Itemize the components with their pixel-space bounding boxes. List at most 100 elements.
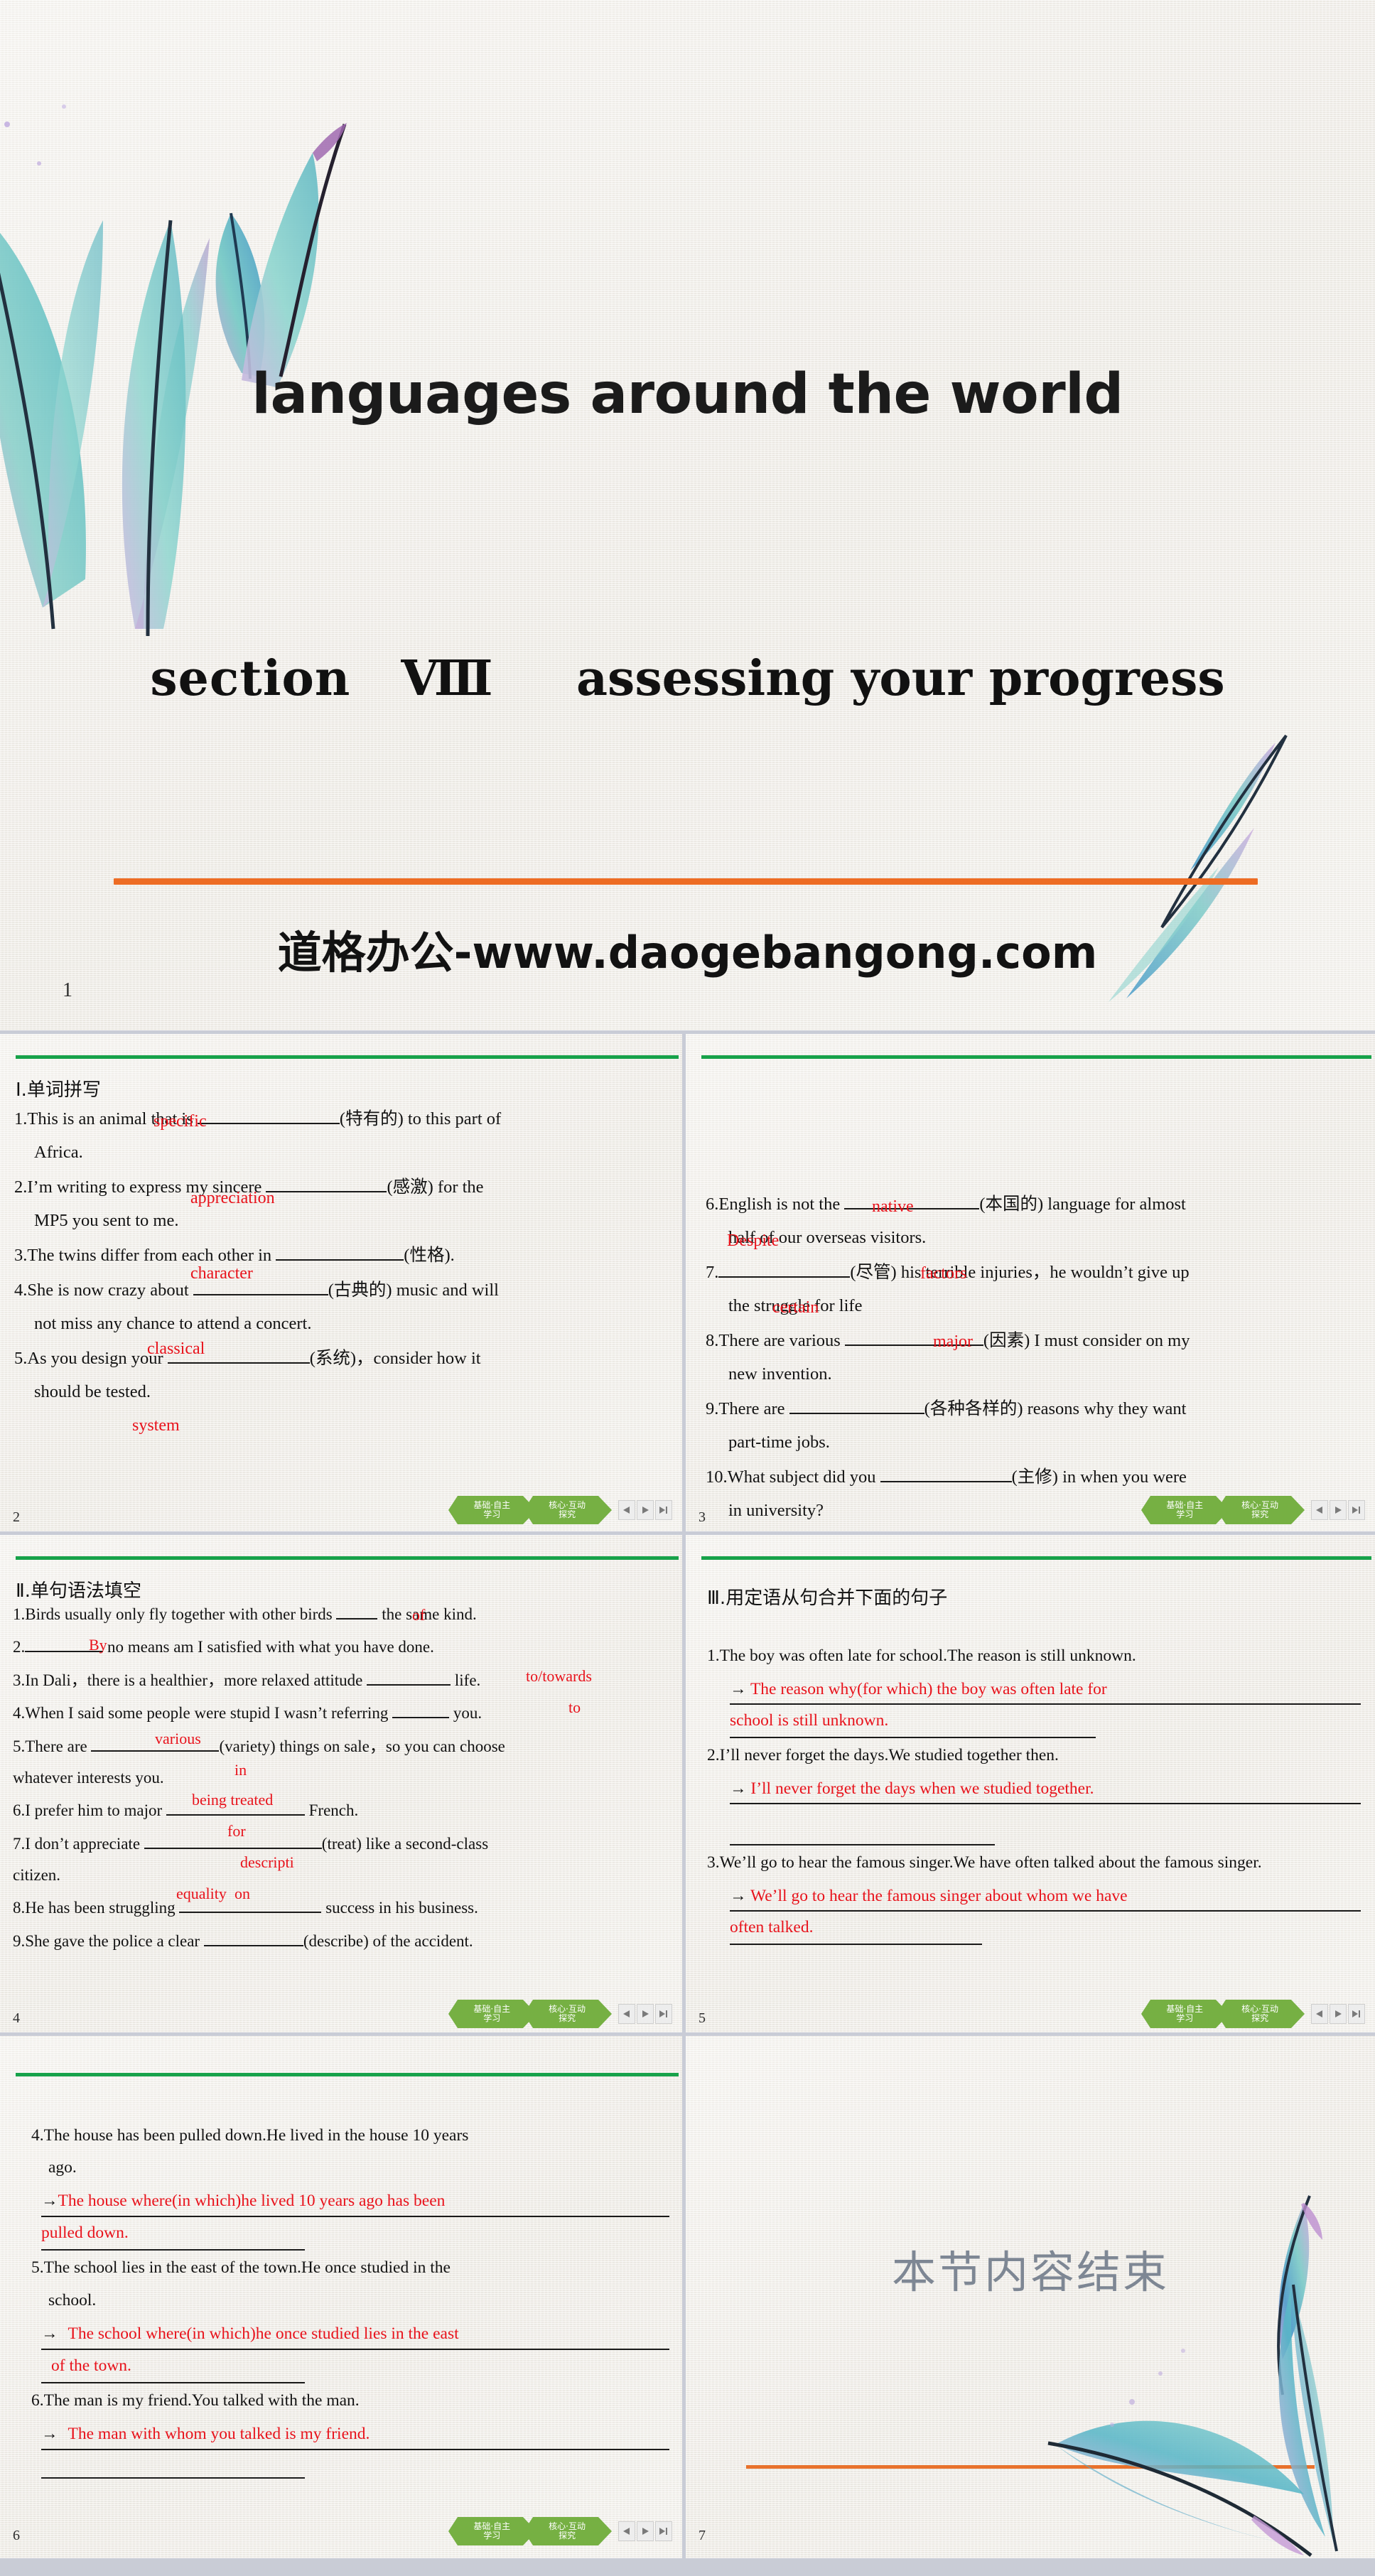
feather-decoration-bottom-right [970, 2160, 1368, 2558]
answer-overlay: on [234, 1885, 250, 1902]
page-number: 6 [13, 2528, 20, 2543]
section-label: section [150, 650, 351, 707]
answer-overlay: to/towards [526, 1667, 592, 1685]
watermark-text: 道格办公-www.daogebangong.com [277, 927, 1098, 979]
chevron-basic-study[interactable]: 基础·自主 学习 [1141, 1496, 1229, 1524]
next-arrow-icon[interactable] [637, 2521, 654, 2541]
question-item: 8.There are various (因素) I must consider… [706, 1331, 1190, 1384]
answer-overlay: certain [772, 1298, 819, 1317]
exercise-list: 1.The boy was often late for school.The … [707, 1640, 1361, 1946]
presentation-deck: languages around the world section Ⅷ ass… [0, 0, 1375, 2558]
question-item: 7.I don’t appreciate (treat) like a seco… [13, 1834, 489, 1884]
answer-block: →The house where(in which)he lived 10 ye… [16, 2185, 669, 2251]
answer-block: → The man with whom you talked is my frie… [16, 2418, 669, 2479]
answer-overlay: classical [147, 1340, 205, 1358]
question-item: 5.The school lies in the east of the tow… [31, 2258, 451, 2310]
orange-divider [746, 2465, 1315, 2469]
slide-4-grammar-fill: Ⅱ.单句语法填空 1.Birds usually only fly togeth… [0, 1535, 686, 2036]
prev-arrow-icon[interactable] [1311, 2004, 1328, 2024]
question-item: 6.English is not the (本国的) language for … [706, 1195, 1186, 1248]
answer-overlay: appreciation [190, 1189, 275, 1207]
chevron-core-inquiry[interactable]: 核心·互动 探究 [524, 1496, 612, 1524]
skip-to-end-icon[interactable] [1348, 1500, 1365, 1520]
arrow-icon: → [41, 2324, 58, 2343]
page-number: 4 [13, 2010, 20, 2026]
prev-arrow-icon[interactable] [1311, 1500, 1328, 1520]
arrow-icon: → [730, 1779, 747, 1798]
answer-overlay: By [89, 1636, 107, 1654]
exercise-list: 1.Birds usually only fly together with o… [13, 1599, 672, 1958]
page-number: 5 [699, 2010, 706, 2026]
chevron-basic-study[interactable]: 基础·自主 学习 [1141, 2000, 1229, 2028]
question-item: 1.This is an animal that is (特有的) to thi… [14, 1109, 502, 1163]
slide-footer-nav: 基础·自主 学习 核心·互动 探究 [448, 1496, 672, 1524]
next-arrow-icon[interactable] [1330, 1500, 1347, 1520]
chevron-core-inquiry[interactable]: 核心·互动 探究 [1217, 1496, 1305, 1524]
nav-button-group [618, 2004, 672, 2024]
question-item: 5.As you design your (系统)，consider how i… [14, 1349, 481, 1402]
answer-overlay: equality [176, 1885, 227, 1902]
chevron-basic-study[interactable]: 基础·自主 学习 [448, 2000, 536, 2028]
answer-overlay: of [412, 1606, 426, 1624]
slide-footer-nav: 基础·自主 学习 核心·互动 探究 [448, 2517, 672, 2545]
answer-overlay: in [234, 1761, 247, 1779]
orange-divider [114, 878, 1258, 885]
section-title: assessing your progress [576, 650, 1225, 707]
exercise-heading: Ⅰ.单词拼写 [16, 1079, 101, 1101]
question-item: 1.The boy was often late for school.The … [707, 1647, 1136, 1665]
exercise-heading: Ⅲ.用定语从句合并下面的句子 [707, 1588, 948, 1609]
answer-overlay: specific [153, 1112, 207, 1131]
answer-block: → The reason why(for which) the boy was … [707, 1674, 1361, 1738]
question-item: 6.I prefer him to major French. [13, 1801, 359, 1820]
answer-block: → The school where(in which)he once studi… [16, 2318, 669, 2383]
green-divider [16, 2073, 679, 2076]
page-number: 1 [63, 979, 72, 1001]
chevron-core-inquiry[interactable]: 核心·互动 探究 [1217, 2000, 1305, 2028]
green-divider [701, 1055, 1371, 1059]
nav-button-group [1311, 1500, 1365, 1520]
skip-to-end-icon[interactable] [655, 1500, 672, 1520]
answer-overlay: for [227, 1822, 246, 1840]
question-item: 6.The man is my friend.You talked with t… [31, 2391, 360, 2410]
chevron-core-inquiry[interactable]: 核心·互动 探究 [524, 2517, 612, 2545]
page-title: languages around the world [252, 362, 1123, 426]
question-item: 9.She gave the police a clear (describe)… [13, 1931, 473, 1950]
exercise-list: 4.The house has been pulled down.He live… [16, 2120, 669, 2480]
answer-overlay: various [155, 1730, 201, 1747]
feather-decoration-top-left [0, 39, 497, 637]
chevron-core-inquiry[interactable]: 核心·互动 探究 [524, 2000, 612, 2028]
chevron-basic-study[interactable]: 基础·自主 学习 [448, 2517, 536, 2545]
question-item: 4.She is now crazy about (古典的) music and… [14, 1281, 499, 1334]
slide-6-relative-clause-cont: 4.The house has been pulled down.He live… [0, 2036, 686, 2558]
arrow-icon: → [730, 1679, 747, 1698]
next-arrow-icon[interactable] [637, 2004, 654, 2024]
next-arrow-icon[interactable] [637, 1500, 654, 1520]
answer-overlay: system [132, 1416, 180, 1435]
skip-to-end-icon[interactable] [655, 2521, 672, 2541]
answer-overlay: being treated [192, 1791, 274, 1809]
slide-row-1: Ⅰ.单词拼写 1.This is an animal that is (特有的)… [0, 1034, 1375, 1535]
page-number: 3 [699, 1509, 706, 1525]
answer-block: → I’ll never forget the days when we stu… [707, 1773, 1361, 1846]
answer-block: → We’ll go to hear the famous singer abo… [707, 1880, 1361, 1946]
prev-arrow-icon[interactable] [618, 2004, 635, 2024]
prev-arrow-icon[interactable] [618, 1500, 635, 1520]
slide-5-relative-clause: Ⅲ.用定语从句合并下面的句子 1.The boy was often late … [686, 1535, 1375, 2036]
answer-overlay: major [933, 1332, 973, 1351]
slide-7-end: 本节内容结束 7 [686, 2036, 1375, 2558]
slide-footer-nav: 基础·自主 学习 核心·互动 探究 [448, 2000, 672, 2028]
skip-to-end-icon[interactable] [655, 2004, 672, 2024]
exercise-list: 1.This is an animal that is (特有的) to thi… [14, 1102, 668, 1410]
prev-arrow-icon[interactable] [618, 2521, 635, 2541]
section-numeral: Ⅷ [401, 650, 493, 707]
answer-overlay: to [568, 1698, 581, 1716]
skip-to-end-icon[interactable] [1348, 2004, 1365, 2024]
question-item: 3.We’ll go to hear the famous singer.We … [707, 1853, 1262, 1872]
chevron-basic-study[interactable]: 基础·自主 学习 [448, 1496, 536, 1524]
next-arrow-icon[interactable] [1330, 2004, 1347, 2024]
arrow-icon: → [730, 1886, 747, 1905]
question-item: 3.The twins differ from each other in (性… [14, 1246, 455, 1266]
end-message: 本节内容结束 [891, 2246, 1169, 2298]
nav-button-group [618, 1500, 672, 1520]
question-item: 2. no means am I satisfied with what you… [13, 1638, 434, 1656]
